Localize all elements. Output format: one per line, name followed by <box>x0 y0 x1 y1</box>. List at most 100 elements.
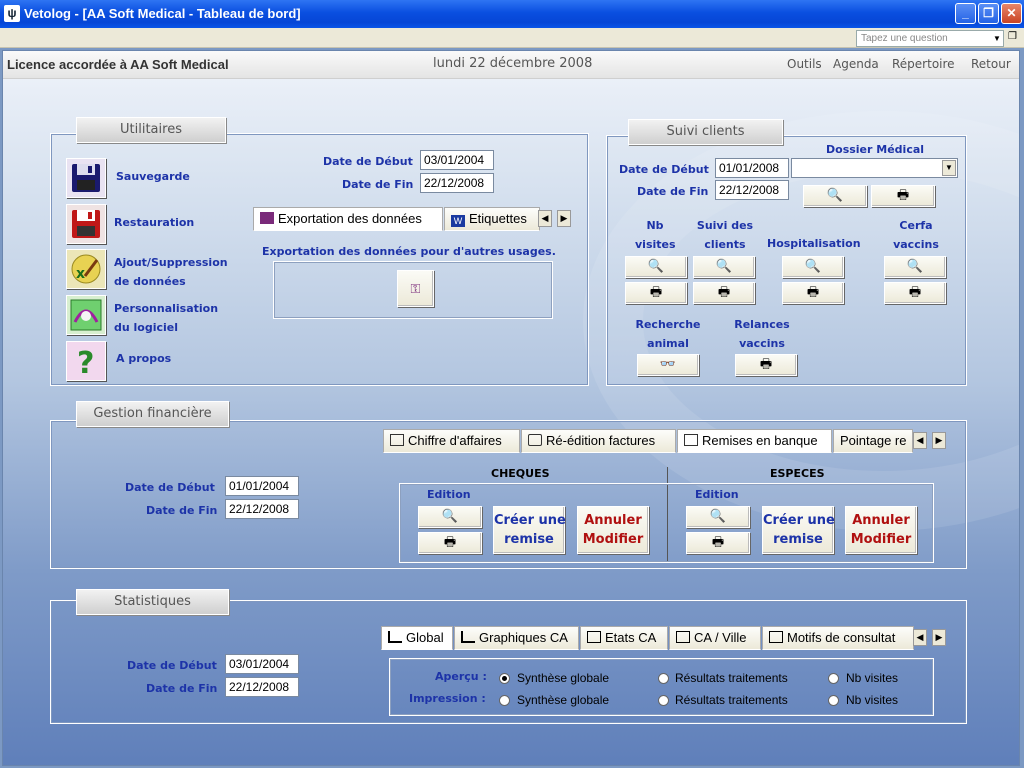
app-window: ψ Vetolog - [AA Soft Medical - Tableau d… <box>0 0 1024 768</box>
preview-icon[interactable]: 🔍 <box>884 256 946 278</box>
licence-text: Licence accordée à AA Soft Medical <box>7 57 229 72</box>
apercu-resultats-label: Résultats traitements <box>675 671 788 685</box>
nav-repertoire[interactable]: Répertoire <box>892 57 955 71</box>
printer-icon[interactable]: 🖶 <box>418 532 482 554</box>
table-icon <box>587 631 601 643</box>
tab-etats-ca[interactable]: Etats CA <box>580 626 668 650</box>
printer-icon[interactable]: 🖶 <box>782 282 844 304</box>
radio-impression-visites[interactable] <box>828 695 839 706</box>
util-date-fin-field[interactable]: 22/12/2008 <box>420 173 494 193</box>
header-strip: Licence accordée à AA Soft Medical lundi… <box>3 51 1019 79</box>
binoculars-icon[interactable]: 👓 <box>637 354 699 376</box>
chevron-down-icon: ▼ <box>942 160 956 176</box>
dossier-medical-select[interactable]: ▼ <box>791 158 958 178</box>
floppy-blue-icon[interactable] <box>66 158 106 198</box>
floppy-red-icon[interactable] <box>66 204 106 244</box>
printer-icon[interactable]: 🖶 <box>693 282 755 304</box>
radio-impression-resultats[interactable] <box>658 695 669 706</box>
paw-icon: ψ <box>4 5 20 22</box>
tab-scroll-right[interactable]: ▶ <box>932 629 946 646</box>
preview-icon[interactable]: 🔍 <box>686 506 750 528</box>
export-button[interactable]: ⚿ <box>397 270 434 307</box>
tab-global[interactable]: Global <box>381 626 453 650</box>
suivi-date-fin-label: Date de Fin <box>637 185 709 198</box>
nav-outils[interactable]: Outils <box>787 57 822 71</box>
tab-reedition-factures[interactable]: Ré-édition factures <box>521 429 676 453</box>
gestion-date-fin-field[interactable]: 22/12/2008 <box>225 499 299 519</box>
suivi-date-fin-field[interactable]: 22/12/2008 <box>715 180 789 200</box>
cheques-heading: CHEQUES <box>491 467 550 480</box>
printer-icon[interactable]: 🖶 <box>871 185 935 207</box>
gestion-tabs: Chiffre d'affaires Ré-édition factures R… <box>383 429 949 453</box>
tab-remises-banque[interactable]: Remises en banque <box>677 429 832 453</box>
personnalisation-label[interactable]: Personnalisation du logiciel <box>114 299 218 337</box>
title-bar[interactable]: ψ Vetolog - [AA Soft Medical - Tableau d… <box>0 0 1024 28</box>
radio-impression-synthese[interactable] <box>499 695 510 706</box>
close-button[interactable]: ✕ <box>1001 3 1022 24</box>
stats-date-fin-label: Date de Fin <box>146 682 218 695</box>
util-date-debut-field[interactable]: 03/01/2004 <box>420 150 494 170</box>
apercu-visites-label: Nb visites <box>846 671 899 685</box>
preview-icon[interactable]: 🔍 <box>693 256 755 278</box>
add-remove-data-icon[interactable]: x <box>66 249 106 289</box>
tab-chiffre-affaires[interactable]: Chiffre d'affaires <box>383 429 520 453</box>
sauvegarde-label[interactable]: Sauvegarde <box>116 170 190 183</box>
chevron-down-icon[interactable]: ▼ <box>991 31 1003 46</box>
annuler-cheques-button[interactable]: Annuler Modifier <box>577 506 649 554</box>
radio-apercu-visites[interactable] <box>828 673 839 684</box>
personalization-icon[interactable] <box>66 295 106 335</box>
mdi-restore-icon[interactable]: ❐ <box>1008 31 1017 42</box>
tab-scroll-left[interactable]: ◀ <box>538 210 552 227</box>
stats-date-fin-field[interactable]: 22/12/2008 <box>225 677 299 697</box>
tab-exportation[interactable]: Exportation des données <box>253 207 443 231</box>
ajout-suppression-label[interactable]: Ajout/Suppression de données <box>114 253 228 291</box>
nb-visites-label: Nb visites <box>635 219 676 251</box>
printer-icon[interactable]: 🖶 <box>735 354 797 376</box>
stats-date-debut-field[interactable]: 03/01/2004 <box>225 654 299 674</box>
printer-icon[interactable]: 🖶 <box>884 282 946 304</box>
impression-visites-label: Nb visites <box>846 693 899 707</box>
printer-icon[interactable]: 🖶 <box>625 282 687 304</box>
creer-remise-cheques-button[interactable]: Créer une remise <box>493 506 566 554</box>
preview-icon[interactable]: 🔍 <box>803 185 867 207</box>
a-propos-label[interactable]: A propos <box>116 352 171 365</box>
dashboard-form: Licence accordée à AA Soft Medical lundi… <box>2 50 1020 766</box>
nav-retour[interactable]: Retour <box>971 57 1011 71</box>
annuler-especes-button[interactable]: Annuler Modifier <box>845 506 917 554</box>
creer-remise-especes-button[interactable]: Créer une remise <box>762 506 835 554</box>
tab-scroll-right[interactable]: ▶ <box>557 210 571 227</box>
tab-graphiques-ca[interactable]: Graphiques CA <box>454 626 579 650</box>
menu-bar: Tapez une question ▼ ❐ <box>0 28 1024 48</box>
preview-icon[interactable]: 🔍 <box>625 256 687 278</box>
restore-button[interactable]: ❐ <box>978 3 999 24</box>
apercu-synthese-label: Synthèse globale <box>517 671 610 685</box>
printer-icon[interactable]: 🖶 <box>686 532 750 554</box>
ask-question-input[interactable]: Tapez une question ▼ <box>856 30 1004 47</box>
gestion-date-debut-label: Date de Début <box>125 481 215 494</box>
apercu-label: Aperçu : <box>435 670 487 683</box>
cerfa-vaccins-label: Cerfa vaccins <box>893 219 939 251</box>
question-mark-icon[interactable]: ? <box>66 341 106 381</box>
svg-text:x: x <box>76 266 85 282</box>
radio-apercu-resultats[interactable] <box>658 673 669 684</box>
suivi-date-debut-field[interactable]: 01/01/2008 <box>715 158 789 178</box>
gestion-date-debut-field[interactable]: 01/01/2004 <box>225 476 299 496</box>
restauration-label[interactable]: Restauration <box>114 216 194 229</box>
nav-agenda[interactable]: Agenda <box>833 57 879 71</box>
relances-vaccins-label: Relances vaccins <box>734 318 790 350</box>
impression-label: Impression : <box>409 692 486 705</box>
tab-ca-ville[interactable]: CA / Ville <box>669 626 761 650</box>
tab-etiquettes[interactable]: W Etiquettes <box>444 207 540 231</box>
minimize-button[interactable]: _ <box>955 3 976 24</box>
preview-icon[interactable]: 🔍 <box>782 256 844 278</box>
tab-pointage[interactable]: Pointage re <box>833 429 913 453</box>
preview-icon[interactable]: 🔍 <box>418 506 482 528</box>
especes-edition-label: Edition <box>695 488 739 501</box>
tab-scroll-right[interactable]: ▶ <box>932 432 946 449</box>
radio-apercu-synthese[interactable] <box>499 673 510 684</box>
tab-scroll-left[interactable]: ◀ <box>913 629 927 646</box>
tab-scroll-left[interactable]: ◀ <box>913 432 927 449</box>
tab-motifs-consultation[interactable]: Motifs de consultat <box>762 626 914 650</box>
utilitaires-title: Utilitaires <box>76 117 226 143</box>
suivi-date-debut-label: Date de Début <box>619 163 709 176</box>
